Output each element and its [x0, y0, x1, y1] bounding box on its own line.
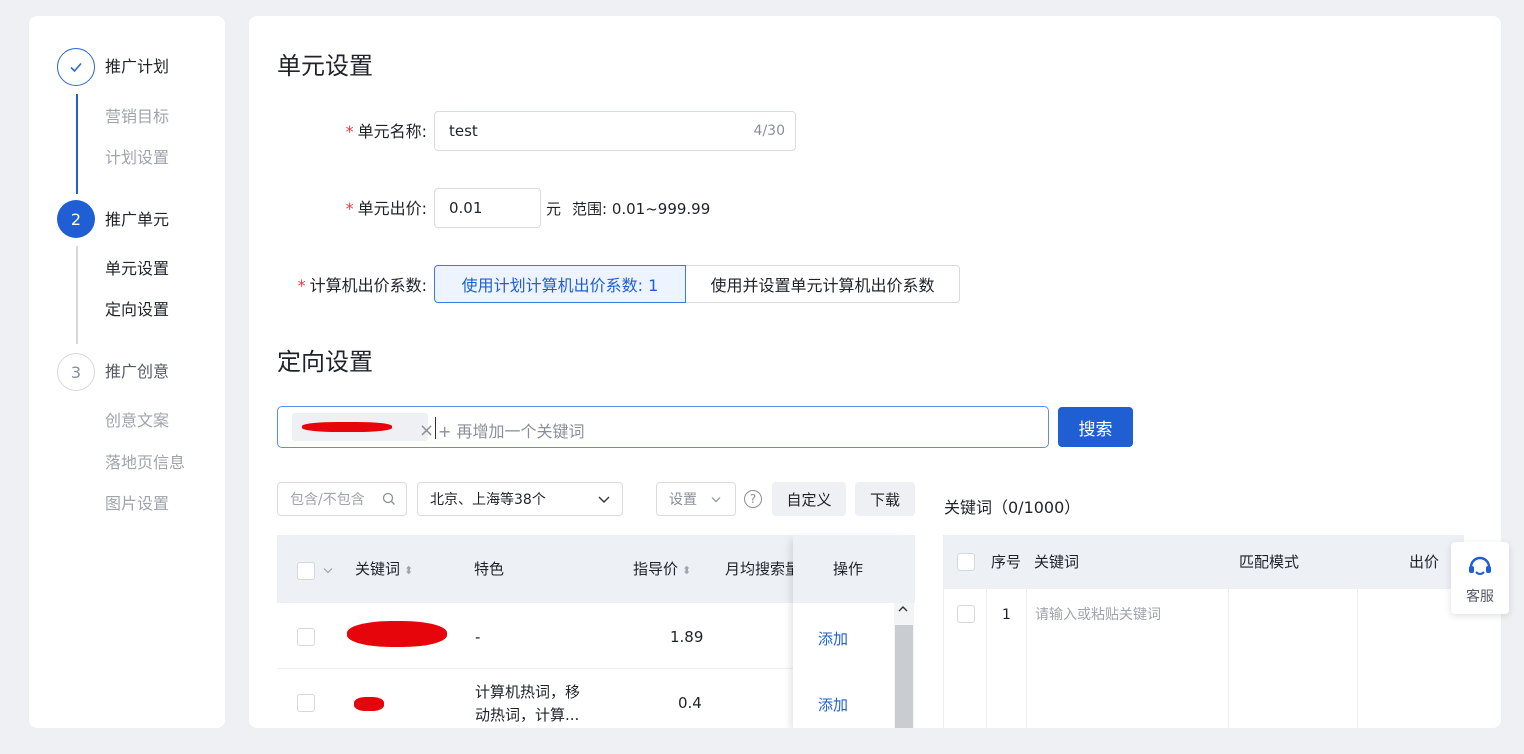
sort-icon: ⬍ [404, 564, 414, 577]
unit-name-value: test [449, 122, 478, 140]
col-keyword[interactable]: 关键词 ⬍ [355, 559, 413, 581]
include-filter-placeholder: 包含/不包含 [290, 492, 365, 508]
keyword-entry-placeholder[interactable]: 请输入或粘贴关键词 [1035, 605, 1161, 625]
row-index: 1 [1002, 607, 1011, 623]
unit-bid-unit: 元 [546, 200, 562, 218]
unit-bid-input[interactable]: 0.01 [434, 188, 541, 228]
select-all-checkbox[interactable] [957, 553, 975, 571]
step-3-number: 3 [57, 353, 95, 391]
col-divider [1357, 589, 1358, 728]
table-header: 序号 关键词 匹配模式 出价 [944, 535, 1464, 589]
add-keyword-link[interactable]: 添加 [818, 628, 848, 649]
step-sub-landing[interactable]: 落地页信息 [105, 453, 185, 473]
col-feature: 特色 [474, 560, 505, 578]
steps-panel: 推广计划 营销目标 计划设置 2 推广单元 单元设置 定向设置 3 推广创意 创… [29, 16, 225, 728]
col-divider [1228, 589, 1229, 728]
region-select[interactable]: 北京、上海等38个 [417, 482, 623, 516]
action-column-header: 操作 [793, 535, 915, 603]
col-action: 操作 [833, 560, 864, 578]
step-sub-marketing-goal[interactable]: 营销目标 [105, 107, 169, 127]
step-connector [76, 94, 78, 194]
row-price: 0.4 [678, 694, 702, 712]
settings-dropdown[interactable]: 设置 [656, 482, 736, 516]
step-sub-copy[interactable]: 创意文案 [105, 411, 169, 431]
step-sub-unit-settings[interactable]: 单元设置 [105, 259, 169, 279]
step-sub-targeting[interactable]: 定向设置 [105, 300, 169, 320]
col-index: 序号 [991, 553, 1022, 571]
text-cursor [435, 417, 436, 439]
col-divider [986, 589, 987, 728]
chevron-down-icon [711, 497, 721, 503]
coef-option-plan[interactable]: 使用计划计算机出价系数: 1 [434, 265, 686, 303]
unit-settings-title: 单元设置 [277, 52, 373, 80]
row-feature: - [475, 628, 481, 646]
coef-label: * 计算机出价系数: [297, 276, 427, 295]
add-keyword-link[interactable]: 添加 [818, 694, 848, 715]
step-2-number: 2 [57, 200, 95, 238]
customer-service-button[interactable]: 客服 [1451, 542, 1509, 614]
keyword-suggestion-table: 关键词 ⬍ 特色 指导价 ⬍ 月均搜索量 - 1.89 计算机热词，移动热词，计算.… [277, 535, 915, 728]
redacted-keyword [354, 697, 384, 711]
search-icon [382, 492, 395, 505]
search-button[interactable]: 搜索 [1058, 407, 1133, 447]
row-checkbox[interactable] [297, 628, 315, 646]
keyword-input[interactable]: × + 再增加一个关键词 [277, 406, 1049, 448]
row-checkbox[interactable] [297, 694, 315, 712]
table-scrollbar[interactable] [894, 603, 914, 728]
step-1-check-icon [57, 48, 95, 86]
row-feature: 计算机热词，移动热词，计算... [475, 683, 581, 724]
unit-bid-label: * 单元出价: [345, 199, 427, 218]
scroll-up-icon[interactable] [898, 605, 908, 613]
redacted-keyword-tag [302, 422, 392, 432]
unit-name-input[interactable]: test 4/30 [434, 111, 796, 151]
custom-button[interactable]: 自定义 [772, 482, 846, 516]
download-button[interactable]: 下载 [855, 482, 915, 516]
unit-name-counter: 4/30 [753, 123, 785, 139]
step-sub-plan-settings[interactable]: 计划设置 [105, 148, 169, 168]
step-3-title[interactable]: 推广创意 [105, 362, 169, 382]
col-monthly-search: 月均搜索量 [725, 560, 793, 578]
headset-icon [1469, 556, 1491, 575]
keyword-tag[interactable]: × [292, 413, 434, 441]
select-all-checkbox[interactable] [297, 562, 315, 580]
row-price: 1.89 [670, 628, 704, 646]
main-card: 单元设置 * 单元名称: test 4/30 * 单元出价: 0.01 元 范围: … [249, 16, 1501, 728]
col-divider [1026, 589, 1027, 728]
coef-option-unit[interactable]: 使用并设置单元计算机出价系数 [686, 265, 960, 303]
step-2-title[interactable]: 推广单元 [105, 210, 169, 230]
sort-icon: ⬍ [682, 564, 692, 577]
chevron-down-icon[interactable] [323, 567, 333, 575]
selected-keywords-table: 序号 关键词 匹配模式 出价 1 请输入或粘贴关键词 [943, 535, 1464, 728]
chevron-down-icon [598, 496, 610, 503]
unit-name-label: * 单元名称: [345, 122, 427, 141]
unit-bid-value: 0.01 [449, 199, 483, 217]
tag-close-icon[interactable]: × [419, 421, 434, 441]
customer-service-label: 客服 [1466, 589, 1494, 605]
step-connector [76, 246, 78, 344]
unit-bid-range: 范围: 0.01~999.99 [572, 200, 711, 218]
col-keyword: 关键词 [1034, 553, 1080, 571]
col-match-mode: 匹配模式 [1239, 553, 1300, 571]
step-sub-images[interactable]: 图片设置 [105, 494, 169, 514]
step-1-title[interactable]: 推广计划 [105, 57, 169, 77]
help-icon[interactable]: ? [744, 490, 762, 508]
region-value: 北京、上海等38个 [430, 492, 546, 508]
settings-label: 设置 [669, 492, 697, 508]
row-checkbox[interactable] [957, 605, 975, 623]
keyword-placeholder: + 再增加一个关键词 [438, 422, 585, 441]
selected-keywords-title: 关键词（0/1000） [944, 498, 1081, 517]
scrollbar-thumb[interactable] [895, 625, 913, 728]
include-filter-input[interactable]: 包含/不包含 [277, 482, 407, 516]
redacted-keyword [347, 621, 447, 647]
col-price[interactable]: 指导价 ⬍ [633, 559, 691, 581]
targeting-title: 定向设置 [277, 348, 373, 376]
col-bid: 出价 [1409, 553, 1440, 571]
